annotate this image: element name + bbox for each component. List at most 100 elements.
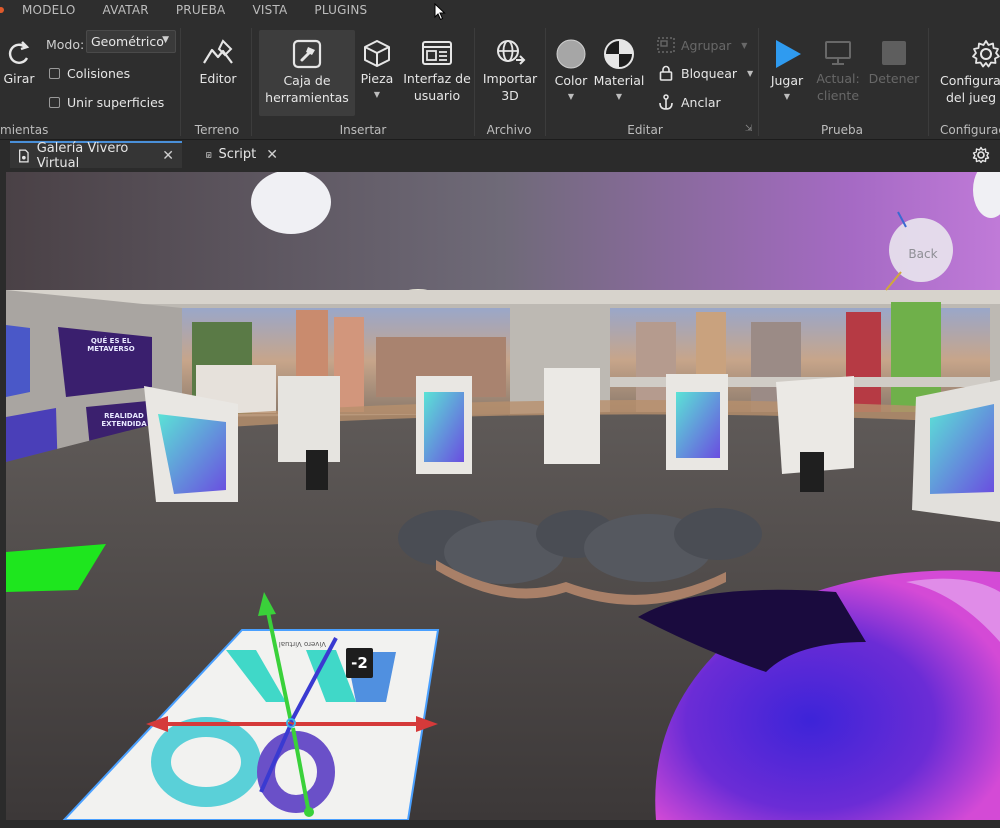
ui-window-icon <box>422 41 452 65</box>
group-divider <box>928 28 929 136</box>
girar-label: Girar <box>3 71 35 86</box>
mode-select[interactable]: Geométrico ▼ <box>86 30 176 53</box>
detener-label: Detener <box>868 71 920 86</box>
tab-script[interactable]: Script ✕ <box>198 141 286 168</box>
color-label: Color <box>554 73 588 88</box>
tab-label: Galería Vivero Virtual <box>36 140 129 171</box>
play-button[interactable]: Jugar ▼ <box>765 38 809 105</box>
group-editar-label: Editar <box>627 123 663 137</box>
menu-plugins[interactable]: PLUGINS <box>314 3 367 17</box>
close-icon[interactable]: ✕ <box>162 148 174 164</box>
chevron-down-icon: ▼ <box>783 92 791 101</box>
material-label: Material <box>593 73 645 88</box>
menu-bar: MODELO AVATAR PRUEBA VISTA PLUGINS <box>0 0 1000 20</box>
colisiones-checkbox[interactable]: Colisiones <box>49 66 130 81</box>
terrain-editor-button[interactable]: Editor <box>192 38 244 87</box>
unir-superficies-checkbox[interactable]: Unir superficies <box>49 95 164 110</box>
group-herramientas-label: mientas <box>0 123 49 137</box>
agrupar-label: Agrupar <box>681 37 732 53</box>
toolbox-icon <box>292 39 322 69</box>
cube-icon <box>364 40 390 67</box>
mode-value: Geométrico <box>91 34 164 49</box>
group-terreno-label: Terreno <box>194 123 240 137</box>
3d-viewport[interactable]: Vivero Virtual QUÉ ES EL METAVERSO REALI… <box>6 172 1000 820</box>
toolbox-button[interactable]: Caja de herramientas <box>259 30 355 116</box>
color-button[interactable]: Color ▼ <box>552 38 590 105</box>
interfaz-label-1: Interfaz de <box>403 71 471 86</box>
actual-label-2: cliente <box>816 88 860 103</box>
color-swatch-icon <box>556 39 586 69</box>
actual-label-1: Actual: <box>816 71 860 86</box>
group-divider <box>545 28 546 136</box>
pieza-button[interactable]: Pieza ▼ <box>357 38 397 103</box>
tab-label: Script <box>218 147 257 162</box>
app-dot <box>0 7 4 13</box>
material-button[interactable]: Material ▼ <box>593 38 645 105</box>
anclar-label: Anclar <box>681 94 721 110</box>
group-icon <box>657 37 675 53</box>
terrain-icon <box>203 39 233 64</box>
chevron-down-icon: ▼ <box>162 35 169 45</box>
back-button-label[interactable]: Back <box>898 247 948 261</box>
checkbox-box <box>49 68 60 79</box>
group-archivo-label: Archivo <box>486 123 532 137</box>
bloquear-button[interactable]: Bloquear ▼ <box>659 65 753 81</box>
ribbon-toolbar: Girar Modo: Geométrico ▼ Colisiones Unir… <box>0 20 1000 140</box>
chevron-down-icon: ▼ <box>741 40 748 50</box>
tab-galeria-vivero-virtual[interactable]: Galería Vivero Virtual ✕ <box>10 140 182 171</box>
menu-vista[interactable]: VISTA <box>252 3 287 17</box>
bloquear-label: Bloquear <box>681 65 738 81</box>
status-strip <box>0 820 1000 828</box>
anclar-button[interactable]: Anclar <box>659 94 721 110</box>
mural-realidad-text: REALIDAD EXTENDIDA <box>101 412 147 428</box>
stop-icon <box>882 41 906 65</box>
menu-prueba[interactable]: PRUEBA <box>176 3 226 17</box>
scene-render: Vivero Virtual <box>6 172 1000 820</box>
group-divider <box>251 28 252 136</box>
importar-label-1: Importar <box>482 71 538 86</box>
anchor-icon <box>659 94 673 110</box>
expand-icon[interactable]: ⇲ <box>745 124 753 134</box>
place-icon <box>19 149 29 162</box>
group-divider <box>180 28 181 136</box>
group-insertar-label: Insertar <box>339 123 387 137</box>
pieza-label: Pieza <box>360 71 394 86</box>
import-3d-button[interactable]: Importar 3D <box>482 38 538 104</box>
interfaz-usuario-button[interactable]: Interfaz de usuario <box>402 38 472 104</box>
group-divider <box>758 28 759 136</box>
interfaz-label-2: usuario <box>413 88 461 103</box>
actual-client-button[interactable]: Actual: cliente <box>812 38 864 104</box>
editor-label: Editor <box>199 71 237 86</box>
jugar-label: Jugar <box>770 73 804 88</box>
group-divider <box>474 28 475 136</box>
menu-modelo[interactable]: MODELO <box>22 3 76 17</box>
gear-icon[interactable] <box>972 146 990 164</box>
chevron-down-icon: ▼ <box>567 92 575 101</box>
mouse-cursor-icon <box>434 3 446 21</box>
script-icon <box>206 151 212 158</box>
girar-button[interactable]: Girar <box>2 38 36 87</box>
close-icon[interactable]: ✕ <box>266 147 278 163</box>
chevron-down-icon: ▼ <box>747 68 754 78</box>
unir-label: Unir superficies <box>67 95 165 110</box>
game-settings-button[interactable]: Configura del jueg <box>940 38 1000 106</box>
agrupar-button[interactable]: Agrupar ▼ <box>657 37 747 53</box>
importar-label-2: 3D <box>501 88 519 103</box>
toolbox-label-2: herramientas <box>265 90 349 105</box>
svg-text:Vivero Virtual: Vivero Virtual <box>279 640 326 648</box>
play-icon <box>776 40 801 68</box>
stop-button[interactable]: Detener <box>868 38 920 87</box>
globe-import-icon <box>497 40 526 65</box>
mural-metaverso-text: QUÉ ES EL METAVERSO <box>87 337 135 353</box>
rotate-icon <box>8 41 30 64</box>
checkbox-box <box>49 97 60 108</box>
colisiones-label: Colisiones <box>67 66 131 81</box>
config-label-1: Configura <box>940 73 1000 88</box>
chevron-down-icon: ▼ <box>615 92 623 101</box>
config-label-2: del jueg <box>946 90 997 105</box>
document-tab-bar: Galería Vivero Virtual ✕ Script ✕ <box>0 140 1000 171</box>
menu-avatar[interactable]: AVATAR <box>103 3 149 17</box>
group-config-label: Configuraci <box>940 123 1000 137</box>
gear-icon <box>972 40 1000 68</box>
toolbox-label-1: Caja de <box>283 73 331 88</box>
